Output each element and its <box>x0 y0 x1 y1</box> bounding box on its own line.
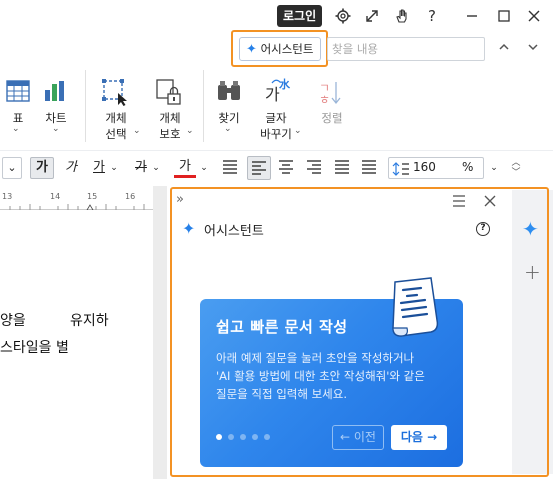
binoculars-icon[interactable] <box>216 80 242 104</box>
select-object-label-1[interactable]: 개체 <box>98 110 134 126</box>
line-spacing-value: 160 <box>413 160 436 174</box>
login-button[interactable]: 로그인 <box>277 5 323 27</box>
underline-button[interactable]: 가 <box>88 156 110 180</box>
select-object-dropdown-icon[interactable]: ⌄ <box>133 126 141 136</box>
align-right-icon[interactable] <box>306 160 324 176</box>
assistant-button-label: 어시스턴트 <box>260 42 314 56</box>
line-spacing-icon <box>392 162 409 176</box>
help-icon[interactable]: ? <box>422 6 442 26</box>
assistant-panel-highlight <box>170 187 549 477</box>
table-dropdown-icon[interactable]: ⌄ <box>12 124 20 134</box>
ruler-tick: 14 <box>50 192 61 201</box>
ruler-tick: 16 <box>125 192 136 201</box>
expand-icon[interactable] <box>362 6 382 26</box>
font-color-dropdown-icon[interactable]: ⌄ <box>198 156 210 180</box>
italic-button[interactable]: 가 <box>60 156 82 180</box>
select-object-label-2[interactable]: 선택 <box>98 126 134 142</box>
title-bar: 로그인 ? <box>0 0 553 32</box>
line-spacing-unit: % <box>462 160 474 174</box>
bold-button[interactable]: 가 <box>30 157 54 179</box>
protect-object-icon[interactable] <box>155 78 183 106</box>
strikethrough-button[interactable]: 가 <box>130 156 152 180</box>
maximize-icon[interactable] <box>494 6 514 26</box>
ruler: 13 14 15 16 <box>0 190 153 210</box>
gear-icon[interactable] <box>333 6 353 26</box>
font-size-stepper[interactable]: ⌄ <box>2 157 22 179</box>
protect-object-label-1[interactable]: 개체 <box>152 110 188 126</box>
align-center-icon[interactable] <box>278 160 296 176</box>
find-dropdown-icon[interactable]: ⌄ <box>224 124 232 134</box>
replace-label-2[interactable]: 바꾸기 <box>256 126 296 142</box>
minimize-icon[interactable] <box>462 6 482 26</box>
chart-dropdown-icon[interactable]: ⌄ <box>52 124 60 134</box>
select-object-icon[interactable] <box>101 78 129 106</box>
distribute-icon[interactable] <box>334 160 352 176</box>
line-spacing-stepper[interactable]: ︿ ﹀ <box>510 158 522 178</box>
line-spacing-dropdown-icon[interactable]: ⌄ <box>488 156 500 180</box>
ribbon-divider <box>203 70 204 142</box>
document-text-line1-left: 양을 <box>0 313 26 329</box>
replace-dropdown-icon[interactable]: ⌄ <box>294 126 302 136</box>
chevron-up-icon[interactable] <box>497 40 513 56</box>
assistant-button[interactable]: ✦ 어시스턴트 <box>239 37 321 61</box>
document-text-line2: 스타일을 별 <box>0 340 69 356</box>
align-left-icon[interactable] <box>247 156 271 180</box>
divider <box>0 150 553 151</box>
ruler-tick: 13 <box>2 192 13 201</box>
svg-text:가: 가 <box>265 85 280 104</box>
sort-icon[interactable]: ㄱㅎ <box>318 78 344 107</box>
font-color-button[interactable]: 가 <box>174 156 196 178</box>
line-spacing-input[interactable]: 160 % <box>388 157 484 179</box>
search-input[interactable]: 찾을 내용 <box>327 37 485 61</box>
ruler-tick: 15 <box>87 192 98 201</box>
underline-dropdown-icon[interactable]: ⌄ <box>108 156 120 180</box>
protect-object-label-2[interactable]: 보호 <box>152 126 188 142</box>
svg-text:水: 水 <box>279 77 291 91</box>
hand-icon[interactable] <box>392 6 412 26</box>
chevron-down-icon[interactable] <box>526 40 542 56</box>
document-text-line1-right: 유지하 <box>70 313 109 329</box>
strikethrough-dropdown-icon[interactable]: ⌄ <box>150 156 162 180</box>
align-justify-icon[interactable] <box>222 160 240 176</box>
svg-text:ㅎ: ㅎ <box>319 93 330 106</box>
document-scrollbar[interactable] <box>153 186 167 479</box>
table-icon[interactable] <box>6 80 32 104</box>
protect-object-dropdown-icon[interactable]: ⌄ <box>186 126 194 136</box>
replace-label-1[interactable]: 글자 <box>256 110 296 126</box>
sort-label[interactable]: 정렬 <box>316 110 348 126</box>
replace-icon[interactable]: 가水 <box>262 76 294 106</box>
chart-icon[interactable] <box>43 80 69 104</box>
split-distribute-icon[interactable] <box>361 160 379 176</box>
ribbon-divider <box>85 70 86 142</box>
close-icon[interactable] <box>524 6 544 26</box>
sparkle-icon: ✦ <box>246 42 257 57</box>
